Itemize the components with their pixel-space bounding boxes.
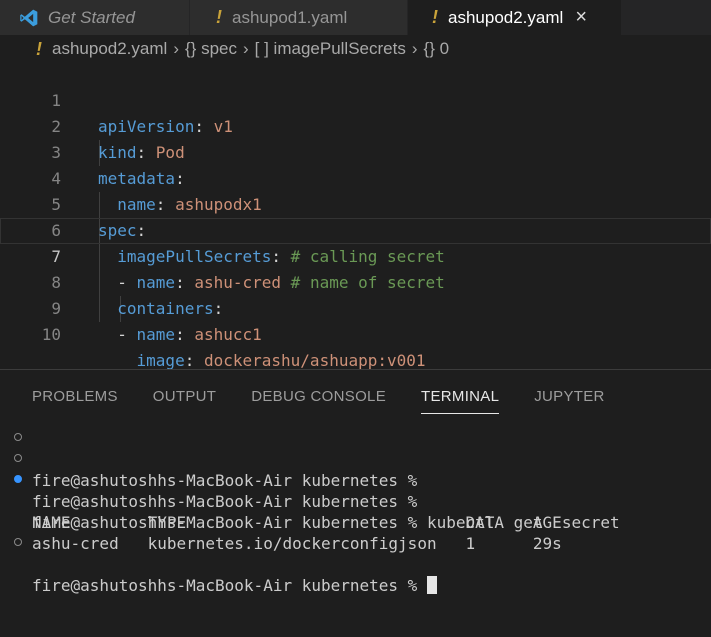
tab-debug-console[interactable]: DEBUG CONSOLE — [251, 388, 386, 414]
terminal-cursor — [426, 576, 437, 594]
line-number: 10 — [41, 325, 61, 344]
tab-label: ashupod2.yaml — [448, 7, 564, 27]
yaml-key: image — [136, 351, 185, 370]
code-line: 3 metadata: — [0, 114, 711, 188]
breadcrumb-file[interactable]: ashupod2.yaml — [52, 39, 167, 59]
code-line-current: 7 - name: ashu-cred # name of secret — [0, 218, 711, 292]
tab-get-started[interactable]: Get Started — [0, 0, 190, 35]
code-line: 2 kind: Pod — [0, 88, 711, 162]
chevron-right-icon: › — [173, 39, 179, 58]
command-status-icon[interactable] — [14, 433, 22, 441]
terminal-output: ashu-cred kubernetes.io/dockerconfigjson… — [32, 534, 562, 553]
bottom-panel: PROBLEMS OUTPUT DEBUG CONSOLE TERMINAL J… — [0, 369, 711, 637]
yaml-icon: ! — [216, 7, 222, 27]
code-line: 9 - name: ashucc1 — [0, 270, 711, 344]
tab-label: ashupod1.yaml — [232, 7, 348, 27]
yaml-value: ashucc1 — [194, 325, 262, 344]
terminal-line: fire@ashutoshhs-MacBook-Air kubernetes % — [0, 533, 437, 595]
code-line: 6 imagePullSecrets: # calling secret — [0, 192, 711, 266]
chevron-right-icon: › — [242, 39, 249, 58]
tab-terminal[interactable]: TERMINAL — [421, 388, 500, 414]
tab-jupyter[interactable]: JUPYTER — [534, 388, 604, 414]
panel-tabs: PROBLEMS OUTPUT DEBUG CONSOLE TERMINAL J… — [32, 388, 640, 414]
command-status-icon[interactable] — [14, 454, 22, 462]
code-editor[interactable]: 1 apiVersion: v1 2 kind: Pod 3 metadata:… — [0, 62, 711, 370]
chevron-right-icon: › — [411, 39, 418, 58]
code-line: 5 spec: — [0, 166, 711, 240]
terminal-output: NAME TYPE DATA AGE — [32, 513, 562, 532]
breadcrumb-item-0[interactable]: {} 0 — [424, 39, 450, 59]
tab-problems[interactable]: PROBLEMS — [32, 388, 118, 414]
tab-ashupod1[interactable]: ! ashupod1.yaml — [190, 0, 408, 35]
terminal-prompt: fire@ashutoshhs-MacBook-Air kubernetes % — [32, 471, 418, 490]
yaml-icon: ! — [432, 7, 438, 27]
tab-label: Get Started — [48, 7, 135, 27]
editor-tab-bar: Get Started ! ashupod1.yaml ! ashupod2.y… — [0, 0, 711, 35]
breadcrumb-spec[interactable]: {} spec — [185, 39, 237, 59]
terminal-line: fire@ashutoshhs-MacBook-Air kubernetes % — [0, 428, 417, 490]
command-status-icon[interactable] — [14, 538, 22, 546]
vscode-icon — [20, 9, 38, 26]
close-icon[interactable]: × — [575, 6, 587, 29]
tab-ashupod2[interactable]: ! ashupod2.yaml × — [408, 0, 622, 35]
terminal-line: fire@ashutoshhs-MacBook-Air kubernetes % — [0, 449, 417, 511]
tab-output[interactable]: OUTPUT — [153, 388, 216, 414]
command-status-icon[interactable] — [14, 475, 22, 483]
terminal-prompt: fire@ashutoshhs-MacBook-Air kubernetes % — [32, 492, 418, 511]
yaml-icon: ! — [36, 38, 42, 59]
terminal-prompt: fire@ashutoshhs-MacBook-Air kubernetes % — [32, 576, 418, 595]
breadcrumb: ! ashupod2.yaml › {} spec › [ ] imagePul… — [0, 36, 711, 62]
breadcrumb-image-pull-secrets[interactable]: [ ] imagePullSecrets — [255, 39, 406, 59]
yaml-key: name — [136, 325, 176, 344]
code-line: 8 containers: — [0, 244, 711, 318]
terminal-output-row: ashu-cred kubernetes.io/dockerconfigjson… — [0, 512, 562, 553]
code-line: 10 image: dockerashu/ashuapp:v001 — [0, 296, 711, 370]
terminal-output-header: NAME TYPE DATA AGE — [0, 491, 562, 532]
code-line: 4 name: ashupodx1 — [0, 140, 711, 214]
terminal-line: fire@ashutoshhs-MacBook-Air kubernetes %… — [0, 470, 620, 532]
yaml-value: dockerashu/ashuapp:v001 — [203, 351, 426, 370]
code-line: 1 apiVersion: v1 — [0, 62, 711, 136]
